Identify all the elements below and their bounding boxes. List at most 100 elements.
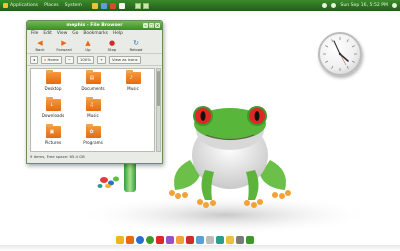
up-label: Up [85,46,91,52]
photo-launcher-icon[interactable] [226,236,234,244]
hour-hand [339,53,349,62]
power-icon[interactable] [392,3,397,8]
folder-launcher-icon[interactable] [116,236,124,244]
launchers [91,2,125,9]
up-button[interactable]: ▲ Up [79,39,97,52]
forward-arrow-icon: ▶ [61,38,67,47]
launcher-icon[interactable] [91,2,98,9]
green-launcher-icon[interactable] [246,236,254,244]
media-launcher-icon[interactable] [156,236,164,244]
applications-menu[interactable]: Applications [10,3,38,8]
up-arrow-icon: ▲ [85,38,91,47]
folder-item-documents[interactable]: ▤ Documents [73,70,113,98]
task-button[interactable] [134,2,141,9]
menu-edit[interactable]: Edit [43,31,52,36]
clock-face [323,37,357,71]
forward-label: Forward [56,46,72,52]
location-toggle-button[interactable]: ◂ [30,55,38,64]
reload-button[interactable]: ↻ Reload [127,39,145,52]
folder-item-empty [113,98,153,125]
window-controls: – □ × [143,23,160,28]
bottom-dock [116,235,290,245]
settings-launcher-icon[interactable] [176,236,184,244]
folder-label: Desktop [44,86,62,91]
network-icon[interactable] [322,3,328,8]
folder-label: Pictures [44,140,62,145]
folder-label: Downloads [41,113,65,118]
system-menu[interactable]: System [65,3,82,8]
folder-label: Documents [81,86,105,91]
zoom-in-button[interactable]: + [96,55,106,64]
menu-bookmarks[interactable]: Bookmarks [83,31,108,36]
location-bar: ◂ ⌂ Home − 100% + View as Icons [27,54,162,66]
places-menu[interactable]: Places [44,3,59,8]
toolbar: ◀ Back ▶ Forward ▲ Up ● Stop ↻ Reload [27,37,162,54]
folder-item-downloads[interactable]: ↓ Downloads [33,97,73,125]
maximize-icon[interactable]: □ [149,23,154,28]
folder-label: Programs [83,140,103,145]
folder-icon: ▤ [85,70,101,84]
window-titlebar[interactable]: mephis - File Browser – □ × [27,21,162,30]
menu-file[interactable]: File [31,31,38,36]
home-location-button[interactable]: ⌂ Home [40,55,62,64]
top-panel: Applications Places System Sun Sep 16, 5… [0,0,400,11]
globe-launcher-icon[interactable] [146,236,154,244]
file-view: Desktop ▤ Documents ♪ Music ↓ Downloads … [30,68,155,152]
folder-item-desktop[interactable]: Desktop [33,70,73,98]
home-icon: ⌂ [43,57,47,62]
folder-item-pictures[interactable]: ▣ Pictures [33,124,73,152]
folder-icon: ▣ [45,124,61,138]
menu-go[interactable]: Go [72,31,78,36]
trash-launcher-icon[interactable] [236,236,244,244]
frog-mascot [169,106,291,208]
back-arrow-icon: ◀ [37,38,43,47]
analog-clock-widget[interactable] [318,32,362,76]
folder-icon: ♫ [85,97,101,111]
status-bar: 9 items, Free space: 65.4 GB [30,154,85,159]
folder-item-music[interactable]: ♪ Music [113,70,153,98]
main-menu: Applications [3,3,38,8]
zoom-level[interactable]: 100% [76,55,94,64]
view-mode-select[interactable]: View as Icons [109,55,141,64]
folder-icon: ✿ [85,124,101,138]
home-location-label: Home [47,57,59,62]
folder-icon: ♪ [125,70,141,84]
desktop-floor [0,245,400,251]
task-button[interactable] [142,2,149,9]
folder-label: Music [127,86,139,91]
volume-icon[interactable] [331,3,337,8]
game-launcher-icon[interactable] [186,236,194,244]
folder-icon: ↓ [45,97,61,111]
launcher-icon[interactable] [118,2,125,9]
launcher-icon[interactable] [100,2,107,9]
mail-launcher-icon[interactable] [196,236,204,244]
terminal-launcher-icon[interactable] [206,236,214,244]
chat-launcher-icon[interactable] [166,236,174,244]
browser-launcher-icon[interactable] [136,236,144,244]
editor-launcher-icon[interactable] [216,236,224,244]
menu-help[interactable]: Help [113,31,123,36]
menu-logo-icon [3,3,8,8]
back-button[interactable]: ◀ Back [31,39,49,52]
vertical-scrollbar[interactable] [156,68,161,152]
stop-button[interactable]: ● Stop [103,39,121,52]
minimize-icon[interactable]: – [143,23,148,28]
stop-icon: ● [108,38,116,47]
folder-item-programs[interactable]: ✿ Programs [73,124,113,152]
folder-label: Music [87,113,99,118]
stop-label: Stop [107,46,117,52]
minute-hand [333,40,341,55]
home-launcher-icon[interactable] [126,236,134,244]
back-label: Back [35,46,45,52]
folder-icon [45,70,61,84]
close-icon[interactable]: × [155,23,160,28]
pebbles [97,176,119,188]
menu-view[interactable]: View [57,31,67,36]
zoom-out-button[interactable]: − [64,55,74,64]
folder-item-music-2[interactable]: ♫ Music [73,97,113,125]
panel-clock[interactable]: Sun Sep 16, 5:52 PM [340,3,388,8]
launcher-icon[interactable] [109,2,116,9]
scrollbar-thumb[interactable] [157,71,160,106]
reload-icon: ↻ [133,38,139,47]
forward-button[interactable]: ▶ Forward [55,39,73,52]
